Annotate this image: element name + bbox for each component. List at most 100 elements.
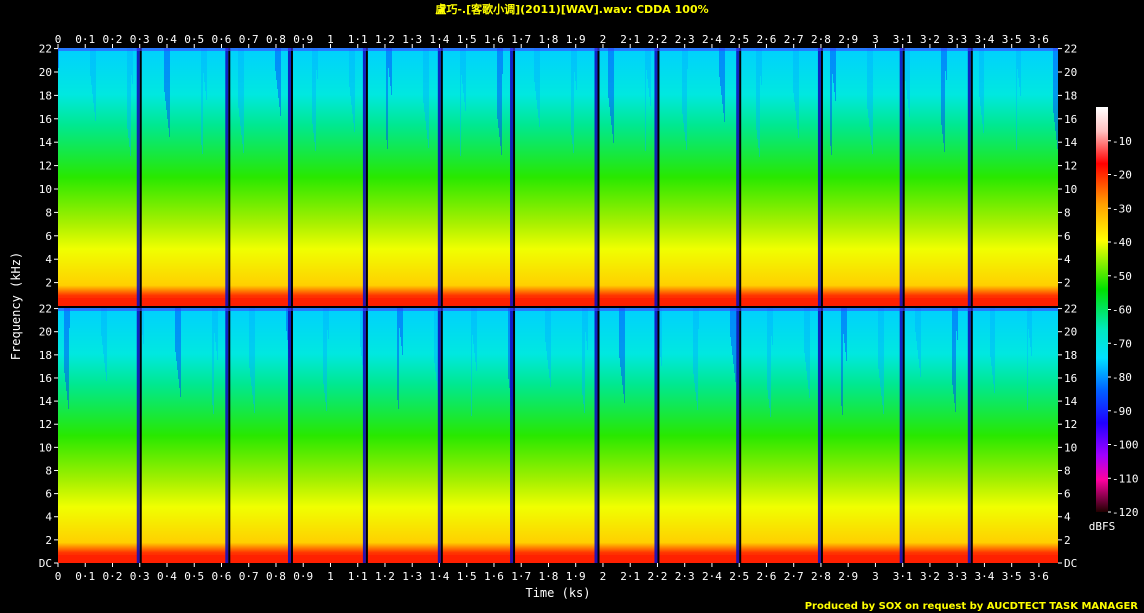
texture-streak bbox=[1056, 48, 1057, 140]
y-tick-label: DC bbox=[39, 557, 52, 570]
texture-streak bbox=[95, 48, 96, 121]
y-tick-label: 12 bbox=[1064, 418, 1077, 431]
texture-streak bbox=[611, 48, 612, 125]
track-boundary bbox=[287, 48, 291, 306]
texture-streak bbox=[67, 308, 68, 400]
texture-streak bbox=[536, 48, 537, 100]
x-tick-label: 1·4 bbox=[430, 570, 450, 583]
texture-streak bbox=[723, 48, 724, 113]
x-tick-label: 0·5 bbox=[184, 570, 204, 583]
texture-streak bbox=[587, 308, 588, 350]
track-boundary bbox=[362, 308, 366, 563]
track-gap bbox=[290, 48, 293, 306]
texture-streak bbox=[549, 308, 550, 378]
track-gap bbox=[440, 308, 443, 563]
texture-streak bbox=[870, 48, 871, 136]
x-tick-label: 1·1 bbox=[348, 33, 368, 46]
x-tick-label: 0·8 bbox=[266, 570, 286, 583]
texture-streak bbox=[687, 48, 688, 69]
texture-streak bbox=[797, 48, 798, 129]
colorbar-label: dBFS bbox=[1089, 520, 1116, 533]
texture-streak bbox=[316, 48, 317, 70]
y-tick-label: 8 bbox=[45, 206, 52, 219]
texture-streak bbox=[312, 48, 313, 124]
y-tick-label: 2 bbox=[45, 534, 52, 547]
texture-streak bbox=[624, 308, 625, 403]
texture-streak bbox=[661, 308, 662, 366]
texture-streak bbox=[771, 308, 772, 336]
x-tick-label: 2·3 bbox=[675, 33, 695, 46]
texture-streak bbox=[956, 308, 957, 331]
texture-streak bbox=[759, 48, 760, 157]
y-axis-label: Frequency (kHz) bbox=[9, 252, 23, 360]
track-boundary bbox=[362, 48, 366, 306]
y-tick-label: 10 bbox=[1064, 441, 1077, 454]
texture-streak bbox=[946, 48, 947, 80]
texture-streak bbox=[980, 48, 981, 106]
texture-streak bbox=[807, 308, 808, 380]
texture-streak bbox=[845, 308, 846, 352]
texture-streak bbox=[795, 48, 796, 111]
y-tick-label: 10 bbox=[39, 183, 52, 196]
x-tick-label: 3·4 bbox=[974, 570, 994, 583]
x-tick-label: 1·3 bbox=[402, 570, 422, 583]
x-tick-label: 0·6 bbox=[212, 33, 232, 46]
texture-streak bbox=[991, 308, 992, 366]
texture-streak bbox=[202, 48, 203, 154]
texture-streak bbox=[735, 308, 736, 382]
texture-streak bbox=[952, 308, 953, 385]
y-tick-label: DC bbox=[1064, 557, 1077, 570]
texture-streak bbox=[943, 48, 944, 143]
texture-streak bbox=[240, 48, 241, 126]
texture-streak bbox=[91, 48, 92, 85]
y-tick-label: 8 bbox=[1064, 206, 1071, 219]
texture-streak bbox=[915, 308, 916, 332]
track-gap bbox=[820, 48, 823, 306]
texture-streak bbox=[842, 308, 843, 415]
texture-streak bbox=[846, 308, 847, 361]
texture-streak bbox=[920, 308, 921, 377]
texture-streak bbox=[868, 48, 869, 118]
colorbar-tick-label: -110 bbox=[1112, 472, 1139, 485]
track-boundary bbox=[899, 48, 903, 306]
texture-streak bbox=[834, 48, 835, 92]
texture-streak bbox=[276, 48, 277, 80]
texture-streak bbox=[509, 308, 510, 388]
track-gap bbox=[902, 48, 905, 306]
texture-streak bbox=[252, 308, 253, 395]
texture-streak bbox=[1027, 308, 1028, 410]
texture-streak bbox=[425, 48, 426, 121]
texture-streak bbox=[1028, 308, 1029, 329]
texture-streak bbox=[275, 48, 276, 71]
x-tick-label: 3·3 bbox=[947, 33, 967, 46]
texture-streak bbox=[867, 48, 868, 109]
texture-streak bbox=[957, 308, 958, 340]
y-tick-label: 10 bbox=[1064, 183, 1077, 196]
y-tick-label: 4 bbox=[1064, 253, 1071, 266]
y-tick-label: 8 bbox=[1064, 464, 1071, 477]
texture-streak bbox=[883, 308, 884, 414]
texture-streak bbox=[1016, 48, 1017, 150]
texture-streak bbox=[401, 308, 402, 346]
track-boundary bbox=[899, 308, 903, 563]
track-gap bbox=[657, 308, 660, 563]
y-tick-label: 10 bbox=[39, 441, 52, 454]
colorbar-tick-label: -30 bbox=[1112, 202, 1132, 215]
texture-streak bbox=[497, 48, 498, 119]
texture-streak bbox=[698, 308, 699, 329]
texture-streak bbox=[769, 308, 770, 408]
texture-streak bbox=[954, 308, 955, 403]
x-tick-label: 3 bbox=[872, 33, 879, 46]
x-tick-label: 0·3 bbox=[130, 570, 150, 583]
x-tick-label: 2·9 bbox=[838, 33, 858, 46]
texture-streak bbox=[143, 308, 144, 344]
texture-streak bbox=[286, 308, 287, 331]
lowfreq-band bbox=[58, 298, 1058, 306]
x-tick-label: 1·8 bbox=[539, 570, 559, 583]
texture-streak bbox=[350, 48, 351, 96]
x-tick-label: 2·2 bbox=[648, 33, 668, 46]
texture-streak bbox=[204, 48, 205, 82]
x-tick-label: 2·3 bbox=[675, 570, 695, 583]
track-boundary bbox=[654, 308, 658, 563]
texture-streak bbox=[758, 48, 759, 148]
